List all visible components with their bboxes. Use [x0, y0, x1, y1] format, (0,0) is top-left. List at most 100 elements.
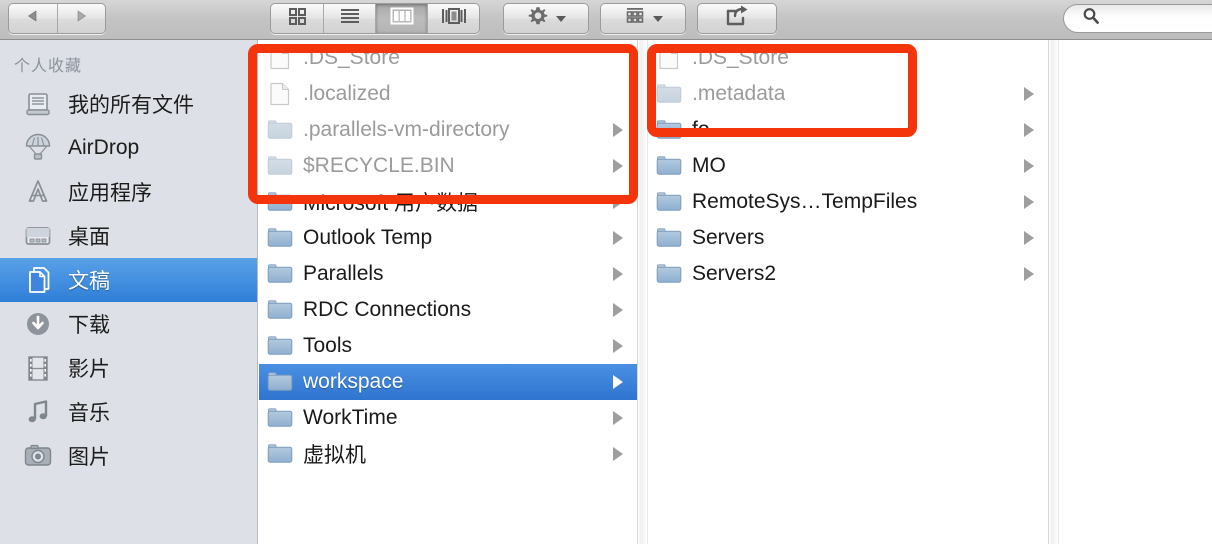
search-input[interactable]: [1106, 11, 1206, 26]
file-row[interactable]: .localized: [259, 76, 637, 112]
disclosure-chevron-icon: [613, 195, 623, 209]
folder-icon: [267, 369, 293, 395]
all-my-files-icon: [22, 88, 54, 120]
finder-sidebar: 个人收藏 我的所有文件 AirDrop 应用程序 桌面 文稿 下载 影片 音乐 …: [0, 40, 258, 544]
music-icon: [22, 396, 54, 428]
disclosure-chevron-icon: [613, 123, 623, 137]
coverflow-view-button[interactable]: [427, 4, 479, 33]
folder-icon: [267, 297, 293, 323]
sidebar-item-label: 音乐: [68, 402, 110, 425]
file-row[interactable]: $RECYCLE.BIN: [259, 148, 637, 184]
list-icon: [339, 7, 361, 30]
file-row[interactable]: Outlook Temp: [259, 220, 637, 256]
airdrop-icon: [22, 132, 54, 164]
desktop-icon: [22, 220, 54, 252]
sidebar-item-desktop[interactable]: 桌面: [0, 214, 257, 258]
file-row[interactable]: Parallels: [259, 256, 637, 292]
sidebar-item-label: 我的所有文件: [68, 94, 194, 117]
file-row-label: fo: [692, 118, 710, 141]
column-divider-2[interactable]: [1048, 40, 1059, 544]
applications-icon: [22, 176, 54, 208]
file-row-label: Servers2: [692, 262, 777, 285]
sidebar-item-pictures[interactable]: 图片: [0, 434, 257, 478]
sidebar-item-all-my-files[interactable]: 我的所有文件: [0, 82, 257, 126]
file-row[interactable]: RDC Connections: [259, 292, 637, 328]
file-icon: [267, 45, 293, 71]
sidebar-section-header: 个人收藏: [14, 58, 83, 75]
column-browser: .DS_Store .localized .parallels-vm-directo…: [259, 40, 1212, 544]
column-divider-1[interactable]: [637, 40, 648, 544]
folder-icon: [267, 153, 293, 179]
file-row-label: Parallels: [303, 262, 384, 285]
file-row[interactable]: Servers2: [648, 256, 1048, 292]
folder-icon: [267, 261, 293, 287]
file-row[interactable]: .metadata: [648, 76, 1048, 112]
share-button-group: [697, 3, 777, 34]
disclosure-chevron-icon: [1024, 159, 1034, 173]
file-row[interactable]: .DS_Store: [648, 40, 1048, 76]
file-row[interactable]: workspace: [259, 364, 637, 400]
columns-icon: [390, 7, 414, 30]
navigation-button-group: [8, 3, 106, 34]
folder-icon: [656, 225, 682, 251]
action-menu-button[interactable]: [504, 4, 588, 33]
sidebar-item-applications[interactable]: 应用程序: [0, 170, 257, 214]
disclosure-chevron-icon: [1024, 195, 1034, 209]
disclosure-chevron-icon: [613, 159, 623, 173]
disclosure-chevron-icon: [613, 411, 623, 425]
movies-icon: [22, 352, 54, 384]
finder-toolbar: [0, 0, 1212, 40]
file-icon: [656, 45, 682, 71]
downloads-icon: [22, 308, 54, 340]
folder-icon: [656, 189, 682, 215]
file-row-label: .metadata: [692, 82, 786, 105]
file-row[interactable]: WorkTime: [259, 400, 637, 436]
folder-icon: [267, 117, 293, 143]
sidebar-item-downloads[interactable]: 下载: [0, 302, 257, 346]
back-button[interactable]: [9, 4, 57, 33]
disclosure-chevron-icon: [1024, 87, 1034, 101]
disclosure-chevron-icon: [613, 447, 623, 461]
share-icon: [724, 5, 750, 32]
grid-icon: [287, 6, 307, 31]
arrange-menu-button[interactable]: [601, 4, 685, 33]
icon-view-button[interactable]: [271, 4, 323, 33]
forward-button[interactable]: [56, 4, 105, 33]
sidebar-item-airdrop[interactable]: AirDrop: [0, 126, 257, 170]
search-field[interactable]: [1063, 4, 1212, 33]
sidebar-item-label: 影片: [68, 358, 110, 381]
file-row[interactable]: 虚拟机: [259, 436, 637, 472]
file-row[interactable]: .DS_Store: [259, 40, 637, 76]
file-icon: [267, 81, 293, 107]
share-button[interactable]: [698, 4, 776, 33]
folder-icon: [267, 333, 293, 359]
folder-icon: [656, 261, 682, 287]
disclosure-chevron-icon: [1024, 231, 1034, 245]
file-row[interactable]: Microsoft 用户数据: [259, 184, 637, 220]
list-view-button[interactable]: [323, 4, 375, 33]
file-row[interactable]: Servers: [648, 220, 1048, 256]
chevron-down-icon: [652, 15, 663, 22]
column-view-button[interactable]: [375, 4, 427, 33]
coverflow-icon: [441, 7, 467, 30]
folder-icon: [656, 117, 682, 143]
documents-icon: [22, 264, 54, 296]
file-row[interactable]: fo: [648, 112, 1048, 148]
sidebar-item-movies[interactable]: 影片: [0, 346, 257, 390]
sidebar-item-label: 应用程序: [68, 182, 152, 205]
sidebar-item-documents[interactable]: 文稿: [0, 258, 257, 302]
disclosure-chevron-icon: [1024, 123, 1034, 137]
sidebar-item-music[interactable]: 音乐: [0, 390, 257, 434]
file-column-2: .DS_Store .metadata fo MO RemoteSys…TempFile…: [648, 40, 1048, 544]
file-row[interactable]: RemoteSys…TempFiles: [648, 184, 1048, 220]
file-row[interactable]: Tools: [259, 328, 637, 364]
file-row-label: RemoteSys…TempFiles: [692, 190, 918, 213]
disclosure-chevron-icon: [613, 375, 623, 389]
file-row[interactable]: MO: [648, 148, 1048, 184]
file-row-label: Tools: [303, 334, 353, 357]
file-row-label: .DS_Store: [692, 46, 789, 69]
folder-icon: [267, 405, 293, 431]
folder-icon: [267, 225, 293, 251]
file-row[interactable]: .parallels-vm-directory: [259, 112, 637, 148]
file-row-label: $RECYCLE.BIN: [303, 154, 455, 177]
